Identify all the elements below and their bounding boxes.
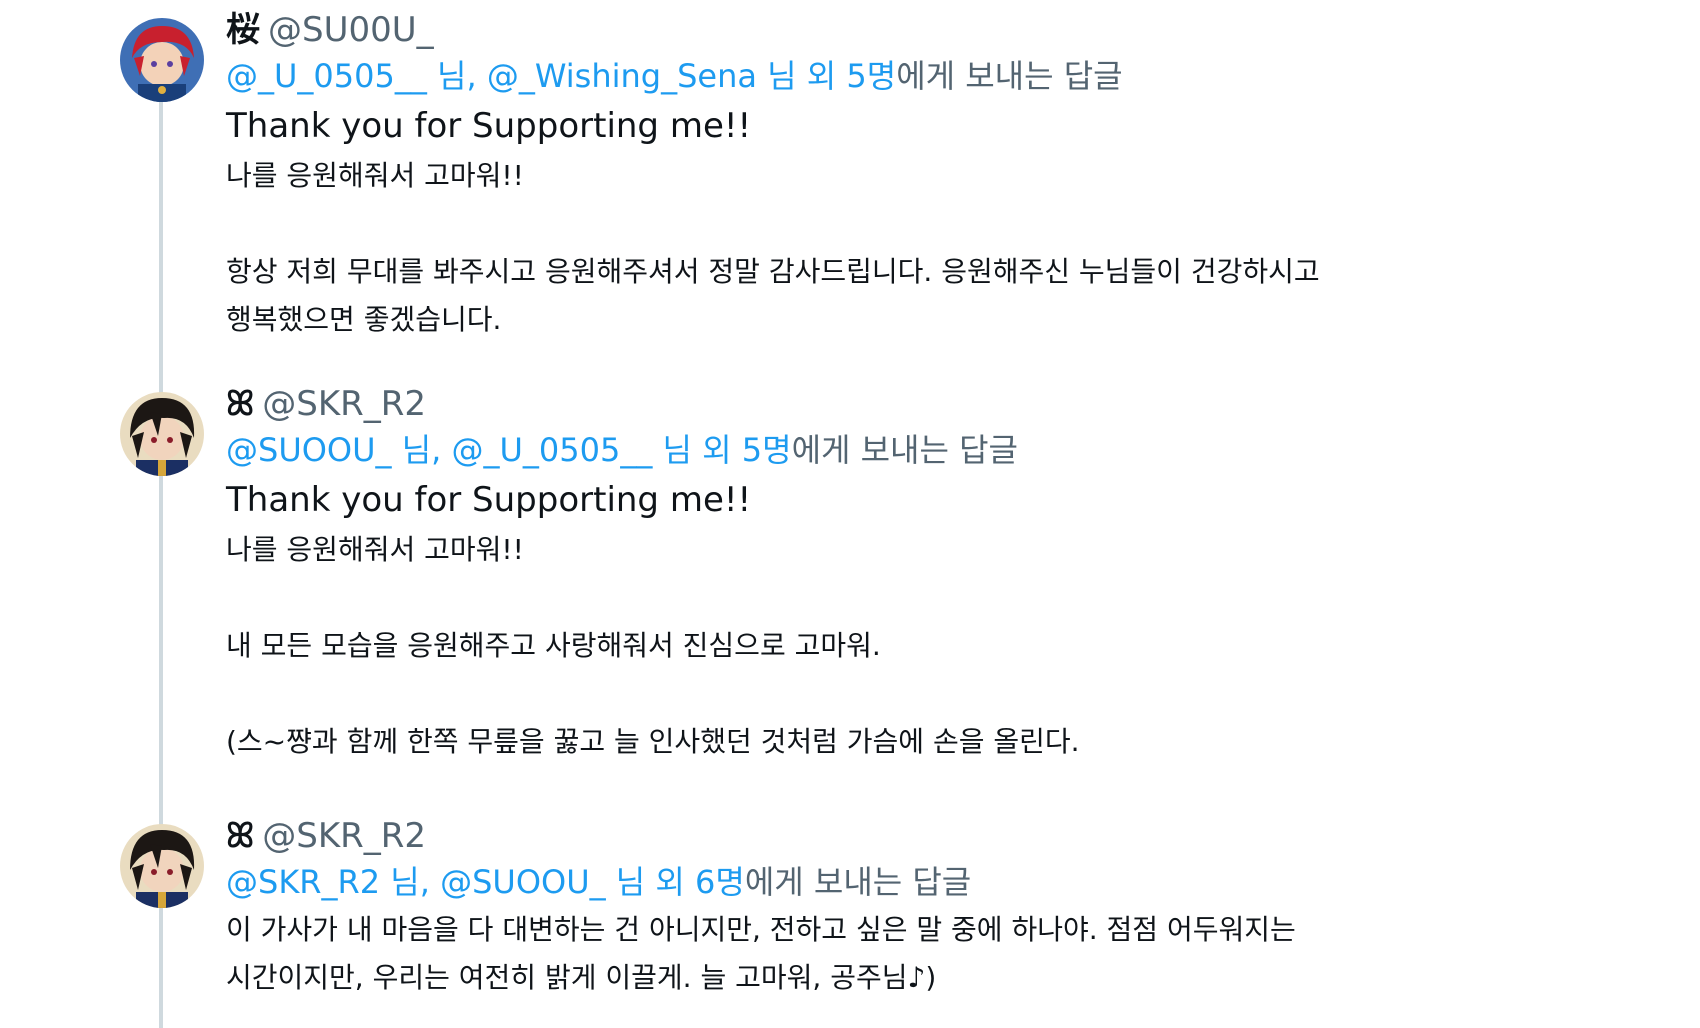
avatar-image xyxy=(120,824,204,908)
reply-suffix: 에게 보내는 답글 xyxy=(744,863,972,901)
avatar-image xyxy=(120,392,204,476)
mention-link[interactable]: @_U_0505__ xyxy=(226,57,427,95)
mention-separator: 님, xyxy=(426,57,487,95)
tweet-text-english: Thank you for Supporting me!! xyxy=(226,106,752,146)
tweet-content: ꕤ @SKR_R2 @SUOOU_ 님, @_U_0505__ 님 외 5명에게 … xyxy=(226,382,1526,766)
mention-separator: 님, xyxy=(391,431,452,469)
tweet-text-body: 시간이지만, 우리는 여전히 밝게 이끌게. 늘 고마워, 공주님♪) xyxy=(226,961,937,994)
replying-to: @SUOOU_ 님, @_U_0505__ 님 외 5명에게 보내는 답글 xyxy=(226,426,1526,474)
reply-suffix: 에게 보내는 답글 xyxy=(791,431,1018,469)
display-name[interactable]: 桜 xyxy=(226,10,260,50)
mention-link[interactable]: @SUOOU_ xyxy=(226,431,392,469)
tweet-text-body: (스~쨩과 함께 한쪽 무릎을 꿇고 늘 인사했던 것처럼 가슴에 손을 올린다… xyxy=(226,725,1080,758)
tweet-content: ꕤ @SKR_R2 @SKR_R2 님, @SUOOU_ 님 외 6명에게 보내는… xyxy=(226,814,1526,1002)
tweet-content: 桜 @SU00U_ @_U_0505__ 님, @_Wishing_Sena 님 … xyxy=(226,8,1526,344)
author-row: 桜 @SU00U_ xyxy=(226,8,1526,52)
avatar[interactable] xyxy=(120,392,204,476)
author-row: ꕤ @SKR_R2 xyxy=(226,814,1526,858)
tweet-text-body: 이 가사가 내 마음을 다 대변하는 건 아니지만, 전하고 싶은 말 중에 하… xyxy=(226,913,1296,946)
tweet-text-korean: 나를 응원해줘서 고마워!! xyxy=(226,159,524,192)
mention-separator: 님, xyxy=(380,863,441,901)
avatar[interactable] xyxy=(120,18,204,102)
tweet-text-english: Thank you for Supporting me!! xyxy=(226,480,752,520)
more-recipients-link[interactable]: 님 외 6명 xyxy=(606,863,745,901)
reply-thread: 桜 @SU00U_ @_U_0505__ 님, @_Wishing_Sena 님 … xyxy=(0,0,1700,1028)
mention-link[interactable]: @_U_0505__ xyxy=(452,431,653,469)
display-name[interactable]: ꕤ xyxy=(226,816,254,856)
replying-to: @_U_0505__ 님, @_Wishing_Sena 님 외 5명에게 보내… xyxy=(226,52,1526,100)
more-recipients-link[interactable]: 님 외 5명 xyxy=(652,431,792,469)
tweet-text-body: 행복했으면 좋겠습니다. xyxy=(226,303,502,336)
mention-link[interactable]: @SUOOU_ xyxy=(440,863,606,901)
handle[interactable]: @SKR_R2 xyxy=(262,816,426,856)
avatar-image xyxy=(120,18,204,102)
tweet-text-korean: 나를 응원해줘서 고마워!! xyxy=(226,533,524,566)
more-recipients-link[interactable]: 님 외 5명 xyxy=(757,57,896,95)
tweet-text-body: 항상 저희 무대를 봐주시고 응원해주셔서 정말 감사드립니다. 응원해주신 누… xyxy=(226,255,1320,288)
avatar[interactable] xyxy=(120,824,204,908)
handle[interactable]: @SKR_R2 xyxy=(262,384,426,424)
mention-link[interactable]: @SKR_R2 xyxy=(226,863,380,901)
handle[interactable]: @SU00U_ xyxy=(268,10,434,50)
reply-suffix: 에게 보내는 답글 xyxy=(896,57,1123,95)
author-row: ꕤ @SKR_R2 xyxy=(226,382,1526,426)
replying-to: @SKR_R2 님, @SUOOU_ 님 외 6명에게 보내는 답글 xyxy=(226,858,1526,906)
tweet-text-body: 내 모든 모습을 응원해주고 사랑해줘서 진심으로 고마워. xyxy=(226,629,881,662)
display-name[interactable]: ꕤ xyxy=(226,384,254,424)
mention-link[interactable]: @_Wishing_Sena xyxy=(487,57,757,95)
